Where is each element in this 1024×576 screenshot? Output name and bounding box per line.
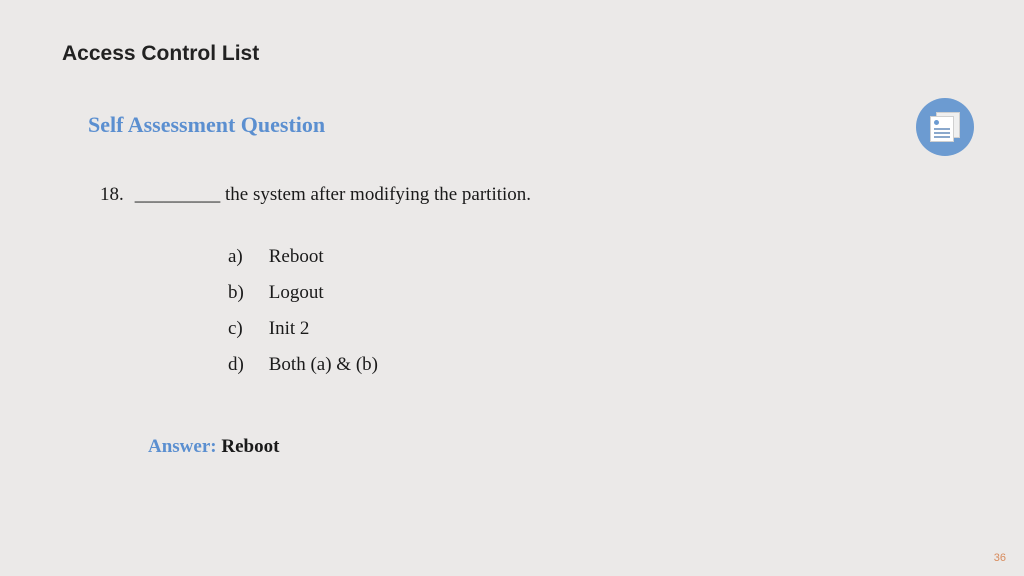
option-row: c) Init 2: [228, 318, 378, 340]
option-text: Reboot: [269, 246, 324, 267]
option-row: a) Reboot: [228, 246, 378, 268]
slide-title: Access Control List: [62, 42, 259, 66]
options-list: a) Reboot b) Logout c) Init 2 d) Both (a…: [228, 246, 378, 390]
option-text: Init 2: [269, 318, 310, 339]
page-number: 36: [994, 552, 1006, 564]
option-row: d) Both (a) & (b): [228, 354, 378, 376]
question-number: 18.: [100, 184, 130, 206]
question-text: 18. _________ the system after modifying…: [100, 184, 531, 206]
option-letter: d): [228, 354, 264, 376]
option-text: Logout: [269, 282, 324, 303]
answer-value: Reboot: [221, 436, 279, 457]
option-row: b) Logout: [228, 282, 378, 304]
subtitle: Self Assessment Question: [88, 112, 325, 138]
option-letter: b): [228, 282, 264, 304]
document-icon: [916, 98, 974, 156]
answer-label: Answer:: [148, 436, 221, 457]
option-letter: c): [228, 318, 264, 340]
option-text: Both (a) & (b): [269, 354, 378, 375]
option-letter: a): [228, 246, 264, 268]
question-body: _________ the system after modifying the…: [135, 184, 531, 205]
answer-line: Answer: Reboot: [148, 436, 279, 458]
